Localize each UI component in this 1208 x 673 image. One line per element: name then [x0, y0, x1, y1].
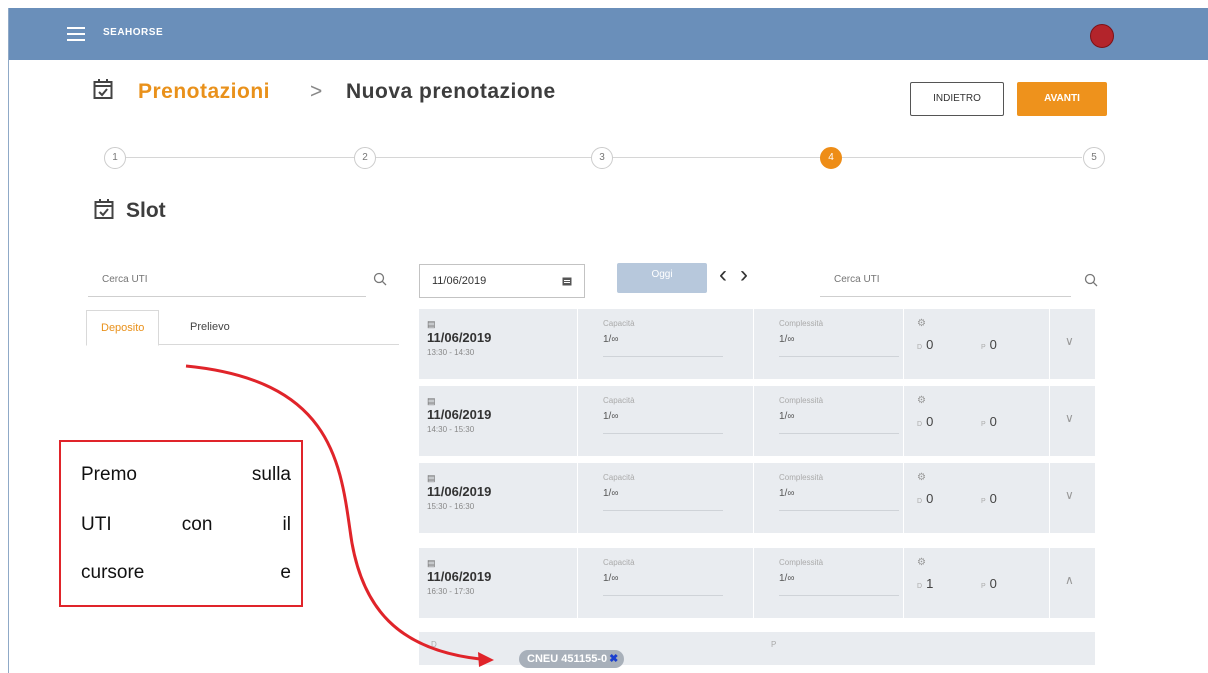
note-word: Premo [81, 464, 137, 485]
note-word: con [181, 514, 213, 535]
note-line: UTI con il [81, 514, 291, 536]
note-word: cursore [81, 562, 145, 583]
note-word: il [282, 514, 291, 535]
note-line: Premo sulla [81, 464, 291, 486]
note-word: UTI [81, 514, 112, 535]
annotation-note: Premo sulla UTI con il cursore e [59, 440, 303, 607]
note-word: e [280, 562, 291, 583]
note-line: cursore e [81, 562, 291, 584]
note-word: sulla [251, 464, 291, 485]
